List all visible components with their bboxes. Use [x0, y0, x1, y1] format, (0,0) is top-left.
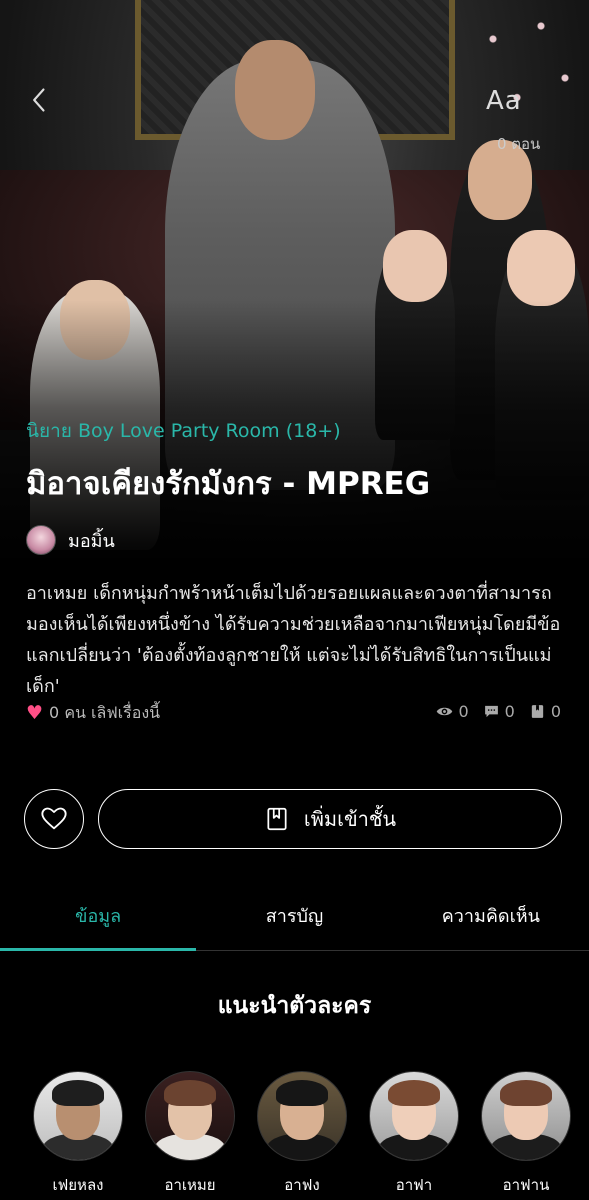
favorite-button[interactable] [24, 789, 84, 849]
character-name: อาฟาน [502, 1176, 550, 1194]
comments-stat: 0 [483, 702, 515, 721]
likes-row: ♥ 0 คน เลิฟเรื่องนี้ [26, 701, 160, 726]
character-avatar[interactable] [481, 1071, 571, 1161]
novel-stats: 0 0 0 [436, 702, 561, 721]
author-name[interactable]: มอมิ้น [68, 526, 115, 555]
chevron-left-icon [33, 88, 45, 112]
bookmark-book-icon [267, 807, 287, 831]
add-to-shelf-button[interactable]: เพิ่มเข้าชั้น [98, 789, 562, 849]
heart-outline-icon [41, 807, 67, 830]
character-name: อาเหมย [164, 1176, 216, 1194]
novel-category[interactable]: นิยาย Boy Love Party Room (18+) [26, 416, 341, 446]
back-button[interactable] [26, 86, 54, 114]
tab-info[interactable]: ข้อมูล [0, 880, 197, 951]
comments-count: 0 [504, 702, 515, 721]
tab-contents[interactable]: สารบัญ [196, 880, 392, 950]
book-icon [531, 705, 543, 718]
character-list: เฟยหลง อาเหมย อาฟง อาฟา อาฟาน [32, 1071, 572, 1197]
eye-icon [437, 707, 453, 716]
character-avatar[interactable] [369, 1071, 459, 1161]
character-name: เฟยหลง [52, 1176, 104, 1194]
character-item[interactable]: อาฟาน [480, 1071, 572, 1197]
author-avatar[interactable] [26, 525, 56, 555]
library-count: 0 [550, 702, 561, 721]
character-name: อาฟง [284, 1176, 320, 1194]
episode-count: 0 ตอน [497, 135, 541, 153]
views-count: 0 [458, 702, 469, 721]
character-avatar[interactable] [145, 1071, 235, 1161]
tab-comments[interactable]: ความคิดเห็น [393, 880, 589, 950]
heart-icon: ♥ [26, 702, 44, 724]
character-item[interactable]: อาฟง [256, 1071, 348, 1197]
novel-synopsis: อาเหมย เด็กหนุ่มกำพร้าหน้าเต็มไปด้วยรอยแ… [26, 583, 561, 697]
library-stat: 0 [529, 702, 561, 721]
author-row[interactable]: มอมิ้น [26, 525, 115, 555]
novel-title: มิอาจเคียงรักมังกร - MPREG [26, 466, 431, 502]
character-item[interactable]: เฟยหลง [32, 1071, 124, 1197]
comment-icon [484, 705, 498, 718]
add-to-shelf-label: เพิ่มเข้าชั้น [303, 807, 397, 831]
character-item[interactable]: อาเหมย [144, 1071, 236, 1197]
character-name: อาฟา [395, 1176, 433, 1194]
views-stat: 0 [436, 702, 469, 721]
character-item[interactable]: อาฟา [368, 1071, 460, 1197]
tab-bar: ข้อมูล สารบัญ ความคิดเห็น [0, 880, 589, 951]
characters-section-title: แนะนำตัวละคร [217, 993, 372, 1019]
font-size-button[interactable]: Aa [486, 86, 522, 116]
character-avatar[interactable] [33, 1071, 123, 1161]
character-avatar[interactable] [257, 1071, 347, 1161]
likes-text: 0 คน เลิฟเรื่องนี้ [49, 703, 161, 722]
